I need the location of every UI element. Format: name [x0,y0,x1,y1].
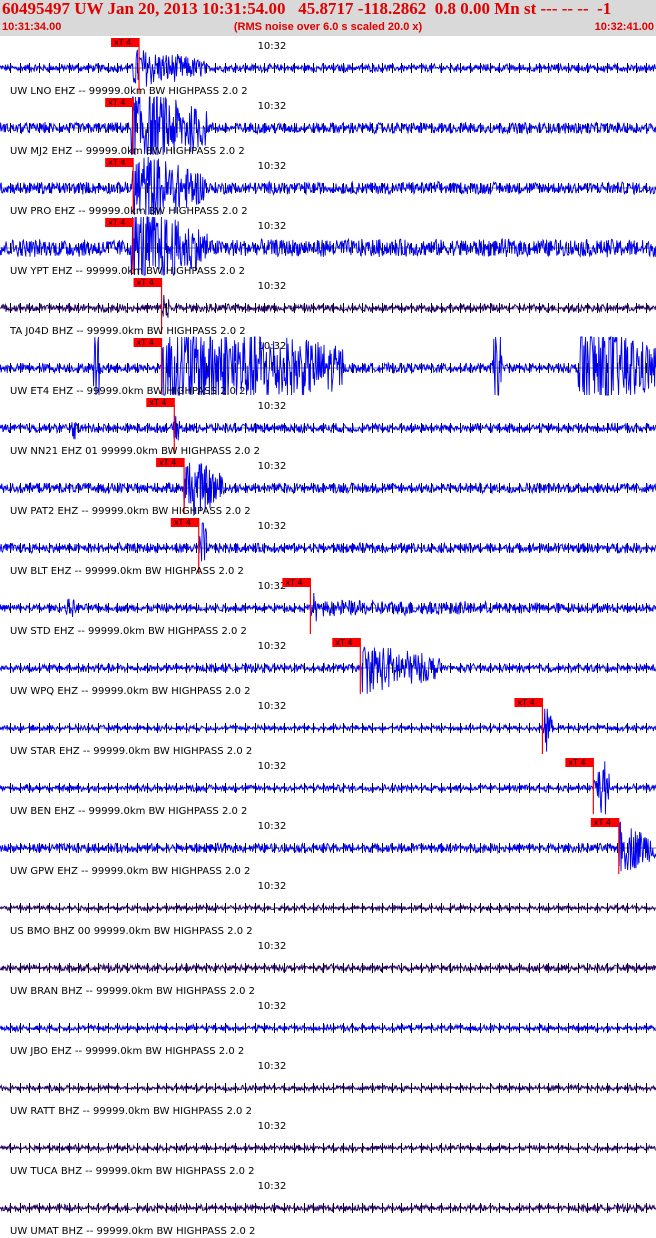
time-tick-label: 10:32 [258,461,287,472]
time-tick-label: 10:32 [258,521,287,532]
pick-marker-label: xT 4 [108,98,125,107]
pick-marker-label: xT 4 [114,38,131,47]
channel-label: UW NN21 EHZ 01 99999.0km BW HIGHPASS 2.0… [10,446,260,457]
time-tick-label: 10:32 [258,161,287,172]
scaling-note: (RMS noise over 6.0 s scaled 20.0 x) [233,21,423,33]
time-tick-label: 10:32 [258,221,287,232]
trace-panel: 10:32 UW JBO EHZ -- 99999.0km BW HIGHPASS… [0,1001,656,1057]
channel-label: UW BEN EHZ -- 99999.0km BW HIGHPASS 2.0 … [10,806,247,817]
channel-label: UW GPW EHZ -- 99999.0km BW HIGHPASS 2.0 … [10,866,250,877]
trace-panel: 10:32 US BMO BHZ 00 99999.0km BW HIGHPASS… [0,881,656,937]
channel-label: UW UMAT BHZ -- 99999.0km BW HIGHPASS 2.0… [10,1226,255,1237]
trace-panel: 10:32 xT 4 UW STAR EHZ -- 99999.0km BW HIG… [0,698,656,757]
channel-label: TA J04D BHZ -- 99999.0km BW HIGHPASS 2.0… [9,326,246,337]
time-tick-label: 10:32 [258,761,287,772]
time-tick-label: 10:32 [258,101,287,112]
trace-panel: 10:32 xT 4 UW PRO EHZ -- 99999.0km BW HIGH… [0,156,656,217]
trace-panel: 10:32 UW BRAN BHZ -- 99999.0km BW HIGHPAS… [0,941,656,997]
time-tick-label: 10:32 [258,1001,287,1012]
seismogram-plot: 10:32xT 4UW LNO EHZ -- 99999.0km BW HIGH… [0,38,656,1237]
channel-label: UW BLT EHZ -- 99999.0km BW HIGHPASS 2.0 … [10,566,244,577]
waveform-trace [0,294,656,318]
trace-panel: 10:32 xT 4 UW BLT EHZ -- 99999.0km BW HIGH… [0,518,656,577]
pick-marker-label: xT 4 [174,518,191,527]
channel-label: UW LNO EHZ -- 99999.0km BW HIGHPASS 2.0 … [10,86,248,97]
trace-panel: 10:32xT 4 UW STD EHZ -- 99999.0km BW HIGH… [0,578,656,637]
channel-label: UW BRAN BHZ -- 99999.0km BW HIGHPASS 2.0… [10,986,255,997]
event-title: 60495497 UW Jan 20, 2013 10:31:54.00 45.… [2,0,612,18]
time-tick-label: 10:32 [258,41,287,52]
trace-panel: 10:32 xT 4 UW WPQ EHZ -- 99999.0km BW HIGH… [0,638,656,697]
pick-marker-label: xT 4 [149,398,166,407]
channel-label: UW WPQ EHZ -- 99999.0km BW HIGHPASS 2.0 … [10,686,251,697]
time-tick-label: 10:32 [258,701,287,712]
trace-panel: 10:32 xT 4 UW LNO EHZ -- 99999.0km BW HIGH… [0,38,656,97]
trace-panel: 10:32 xT 4 UW MJ2 EHZ -- 99999.0km BW HIGH… [0,96,656,157]
trace-panel: 10:32 xT 4 UW GPW EHZ -- 99999.0km BW HIGH… [0,818,656,877]
waveform-trace [0,522,656,562]
channel-label: UW MJ2 EHZ -- 99999.0km BW HIGHPASS 2.0 … [10,146,245,157]
time-tick-label: 10:32 [258,401,287,412]
channel-label: UW PAT2 EHZ -- 99999.0km BW HIGHPASS 2.0… [10,506,251,517]
pick-marker-label: xT 4 [108,218,125,227]
trace-panel: 10:32 UW TUCA BHZ -- 99999.0km BW HIGHPAS… [0,1121,656,1177]
pick-marker-label: xT 4 [568,758,585,767]
pick-marker-label: xT 4 [517,698,534,707]
trace-panel: 10:32 xT 4 UW NN21 EHZ 01 99999.0km BW HIG… [0,398,656,457]
channel-label: UW ET4 EHZ -- 99999.0km BW HIGHPASS 2.0 … [10,386,246,397]
end-time: 10:32:41.00 [594,21,654,33]
time-tick-label: 10:32 [258,941,287,952]
pick-marker-label: xT 4 [335,638,352,647]
time-tick-label: 10:32 [258,581,287,592]
channel-label: UW PRO EHZ -- 99999.0km BW HIGHPASS 2.0 … [10,206,248,217]
trace-panel: 10:32 xT 4 TA J04D BHZ -- 99999.0km BW HIG… [0,278,656,337]
time-tick-label: 10:32 [258,821,287,832]
trace-panel: 10:32 UW UMAT BHZ -- 99999.0km BW HIGHPAS… [0,1181,656,1237]
channel-label: UW RATT BHZ -- 99999.0km BW HIGHPASS 2.0… [10,1106,252,1117]
channel-label: UW STD EHZ -- 99999.0km BW HIGHPASS 2.0 … [10,626,247,637]
time-tick-label: 10:32 [258,1061,287,1072]
pick-marker-label: xT 4 [108,158,125,167]
time-tick-label: 10:32 [258,641,287,652]
pick-marker-label: xT 4 [159,458,176,467]
time-tick-label: 10:32 [258,881,287,892]
channel-label: UW JBO EHZ -- 99999.0km BW HIGHPASS 2.0 … [10,1046,244,1057]
time-tick-label: 10:32 [258,281,287,292]
trace-panel: 10:32xT 4UW ET4 EHZ -- 99999.0km BW HIGH… [0,335,656,397]
channel-label: UW STAR EHZ -- 99999.0km BW HIGHPASS 2.0… [10,746,252,757]
pick-marker-label: xT 4 [137,338,154,347]
pick-marker-label: xT 4 [285,578,302,587]
plot-header: 60495497 UW Jan 20, 2013 10:31:54.00 45.… [0,0,656,36]
time-tick-label: 10:32 [258,1121,287,1132]
pick-marker-label: xT 4 [594,818,611,827]
trace-panel: 10:32 UW RATT BHZ -- 99999.0km BW HIGHPAS… [0,1061,656,1117]
pick-marker-label: xT 4 [137,278,154,287]
channel-label: US BMO BHZ 00 99999.0km BW HIGHPASS 2.0 … [10,926,253,937]
channel-label: UW YPT EHZ -- 99999.0km BW HIGHPASS 2.0 … [10,266,245,277]
trace-panel: 10:32 xT 4 UW PAT2 EHZ -- 99999.0km BW HIG… [0,458,656,517]
waveform-trace [0,592,656,622]
trace-panel: 10:32 xT 4 UW BEN EHZ -- 99999.0km BW HIGH… [0,758,656,817]
time-tick-label: 10:32 [258,1181,287,1192]
trace-panel: 10:32 xT 4 UW YPT EHZ -- 99999.0km BW HIGH… [0,216,656,277]
channel-label: UW TUCA BHZ -- 99999.0km BW HIGHPASS 2.0… [10,1166,255,1177]
